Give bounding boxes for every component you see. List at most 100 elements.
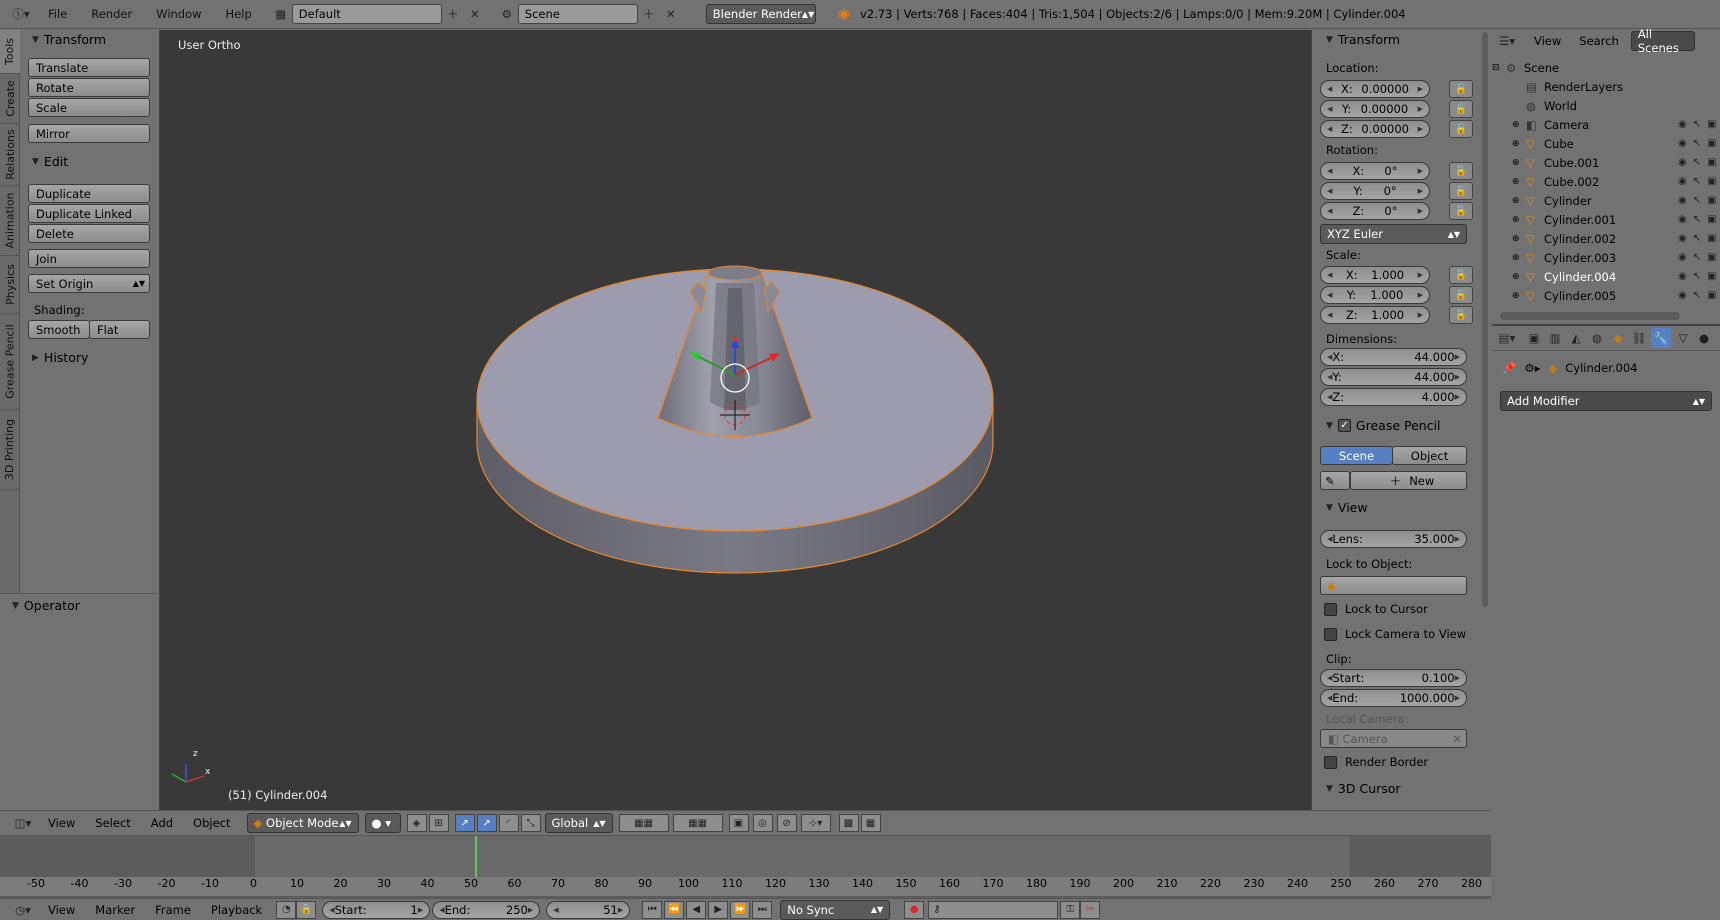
data-tab-icon[interactable]: ▽ xyxy=(1674,328,1692,348)
eye-icon[interactable]: ◉ xyxy=(1678,214,1687,225)
rotation-mode-select[interactable]: XYZ Euler ▲▼ xyxy=(1320,224,1467,244)
render-camera-icon[interactable]: ▣ xyxy=(1707,252,1716,263)
world-tab-icon[interactable]: ◍ xyxy=(1588,328,1606,348)
gp-object-button[interactable]: Object xyxy=(1392,446,1467,465)
shading-select[interactable]: ● ▾ xyxy=(364,813,401,833)
menu-window[interactable]: Window xyxy=(144,7,213,21)
eye-icon[interactable]: ◉ xyxy=(1678,252,1687,263)
outliner-row[interactable]: ⊕ ◧ Camera ◉ ↖ ▣ xyxy=(1492,115,1720,134)
cursor-select-icon[interactable]: ↖ xyxy=(1693,138,1701,149)
location-z-field[interactable]: ◀ Z: 0.00000 ▶ xyxy=(1320,120,1430,138)
render-camera-icon[interactable]: ▣ xyxy=(1707,233,1716,244)
outliner-row[interactable]: ⊕ ▽ Cube.001 ◉ ↖ ▣ xyxy=(1492,153,1720,172)
edit-header[interactable]: ▼ Edit xyxy=(32,154,68,169)
dimension-z-field[interactable]: ◀ Z: 4.000 ▶ xyxy=(1320,388,1467,406)
smooth-button[interactable]: Smooth xyxy=(28,320,90,339)
next-keyframe-icon[interactable]: ⏩ xyxy=(730,900,751,919)
tab-3d-printing[interactable]: 3D Printing xyxy=(0,410,20,490)
lock-icon[interactable]: 🔓 xyxy=(1449,266,1473,284)
clear-icon[interactable]: ✕ xyxy=(1452,732,1462,746)
expand-icon[interactable]: ⊕ xyxy=(1512,196,1526,206)
layers-tab-icon[interactable]: ▥ xyxy=(1546,328,1564,348)
location-y-field[interactable]: ◀ Y: 0.00000 ▶ xyxy=(1320,100,1430,118)
outliner-hscrollbar[interactable] xyxy=(1500,312,1680,320)
tab-relations[interactable]: Relations xyxy=(0,124,20,186)
flat-button[interactable]: Flat xyxy=(89,320,150,339)
3d-cursor-header[interactable]: ▼ 3D Cursor xyxy=(1326,781,1401,796)
tab-grease-pencil[interactable]: Grease Pencil xyxy=(0,314,20,410)
transform-header[interactable]: ▼ Transform xyxy=(32,32,106,47)
dimension-y-field[interactable]: ◀ Y: 44.000 ▶ xyxy=(1320,368,1467,386)
grease-pencil-header[interactable]: ▼ ✓ Grease Pencil xyxy=(1326,418,1441,433)
proportional-edit-icon[interactable]: ◎ xyxy=(752,814,773,832)
lock-icon[interactable]: 🔓 xyxy=(1449,202,1473,220)
cursor-select-icon[interactable]: ↖ xyxy=(1693,119,1701,130)
orientation-select[interactable]: Global ▲▼ xyxy=(544,813,613,833)
start-frame-field[interactable]: ◀ Start: 1 ▶ xyxy=(322,900,431,919)
expand-icon[interactable]: ⊕ xyxy=(1512,120,1526,130)
np-transform-header[interactable]: ▼ Transform xyxy=(1326,32,1400,47)
render-camera-icon[interactable]: ▣ xyxy=(1707,195,1716,206)
translate-button[interactable]: Translate xyxy=(28,58,150,77)
outliner-row[interactable]: ⊕ ▽ Cylinder.001 ◉ ↖ ▣ xyxy=(1492,210,1720,229)
cursor-select-icon[interactable]: ↖ xyxy=(1693,176,1701,187)
rotation-x-field[interactable]: ◀ X: 0° ▶ xyxy=(1320,162,1430,180)
object-tab-icon[interactable]: ◆ xyxy=(1609,328,1627,348)
tab-animation[interactable]: Animation xyxy=(0,186,20,256)
rotate-button[interactable]: Rotate xyxy=(28,78,150,97)
render-engine-select[interactable]: Blender Render ▲▼ xyxy=(705,4,816,24)
lock-icon[interactable]: 🔓 xyxy=(1449,162,1473,180)
tab-tools[interactable]: Tools xyxy=(0,30,20,74)
constraints-tab-icon[interactable]: ⛓ xyxy=(1630,328,1648,348)
tmenu-marker[interactable]: Marker xyxy=(85,903,145,917)
cursor-select-icon[interactable]: ↖ xyxy=(1693,214,1701,225)
expand-icon[interactable]: ⊕ xyxy=(1512,158,1526,168)
outliner-row[interactable]: ▤ RenderLayers xyxy=(1492,77,1720,96)
screen-layout-field[interactable]: Default xyxy=(291,4,442,24)
cursor-select-icon[interactable]: ↖ xyxy=(1693,233,1701,244)
grease-pencil-checkbox[interactable]: ✓ xyxy=(1337,419,1351,432)
lock-range-icon[interactable]: 🔒 xyxy=(296,900,317,919)
sync-select[interactable]: No Sync ▲▼ xyxy=(780,899,891,920)
add-modifier-select[interactable]: Add Modifier ▲▼ xyxy=(1500,391,1712,411)
lock-icon[interactable]: 🔓 xyxy=(1449,306,1473,324)
lock-icon[interactable]: 🔓 xyxy=(1449,100,1473,118)
prev-keyframe-icon[interactable]: ⏪ xyxy=(664,900,685,919)
end-frame-field[interactable]: ◀ End: 250 ▶ xyxy=(432,900,541,919)
layers-icon[interactable]: ▦▦ xyxy=(618,814,669,832)
history-header[interactable]: ▶ History xyxy=(32,350,88,365)
vmenu-select[interactable]: Select xyxy=(85,816,140,830)
current-frame-marker[interactable] xyxy=(475,836,477,877)
layers-icon[interactable]: ▦▦ xyxy=(672,814,723,832)
menu-help[interactable]: Help xyxy=(214,7,264,21)
expand-icon[interactable]: ⊕ xyxy=(1512,253,1526,263)
outliner-row[interactable]: ⊕ ▽ Cube.002 ◉ ↖ ▣ xyxy=(1492,172,1720,191)
pin-icon[interactable]: 📌 xyxy=(1502,361,1516,375)
manipulator-toggle-icon[interactable]: ⊞ xyxy=(428,814,449,832)
modifier-wrench-icon[interactable]: 🔧 xyxy=(1651,328,1671,348)
menu-render[interactable]: Render xyxy=(79,7,144,21)
scale-manipulator-icon[interactable]: ⤡ xyxy=(520,814,541,832)
remove-layout-icon[interactable]: ✕ xyxy=(464,4,486,24)
tmenu-playback[interactable]: Playback xyxy=(201,903,272,917)
scene-icon[interactable]: ⚙ xyxy=(496,4,518,24)
render-camera-icon[interactable]: ▣ xyxy=(1707,176,1716,187)
layout-icon[interactable]: ▦ xyxy=(270,4,292,24)
tab-physics[interactable]: Physics xyxy=(0,256,20,314)
scrollbar[interactable] xyxy=(1482,32,1488,607)
lock-icon[interactable]: 🔓 xyxy=(1449,182,1473,200)
outliner-row[interactable]: ⊕ ▽ Cylinder.005 ◉ ↖ ▣ xyxy=(1492,286,1720,305)
lens-field[interactable]: ◀ Lens: 35.000 ▶ xyxy=(1320,530,1467,548)
outliner-row[interactable]: ⊕ ▽ Cube ◉ ↖ ▣ xyxy=(1492,134,1720,153)
operator-header[interactable]: ▼ Operator xyxy=(12,598,80,613)
mirror-button[interactable]: Mirror xyxy=(28,124,150,143)
clip-end-field[interactable]: ◀ End: 1000.000 ▶ xyxy=(1320,689,1467,707)
timeline-editor-icon[interactable]: ◷▾ xyxy=(8,900,38,920)
3d-viewport[interactable]: User Ortho z x (51) Cylinder.004 xyxy=(160,30,1311,810)
render-image-icon[interactable]: ▩ xyxy=(838,814,859,832)
eye-icon[interactable]: ◉ xyxy=(1678,176,1687,187)
translate-manipulator-icon[interactable]: ↗ xyxy=(454,814,475,832)
expand-icon[interactable]: ⊕ xyxy=(1512,215,1526,225)
add-layout-icon[interactable]: ＋ xyxy=(442,4,464,24)
rotate-manipulator-icon[interactable]: ◜ xyxy=(498,814,519,832)
